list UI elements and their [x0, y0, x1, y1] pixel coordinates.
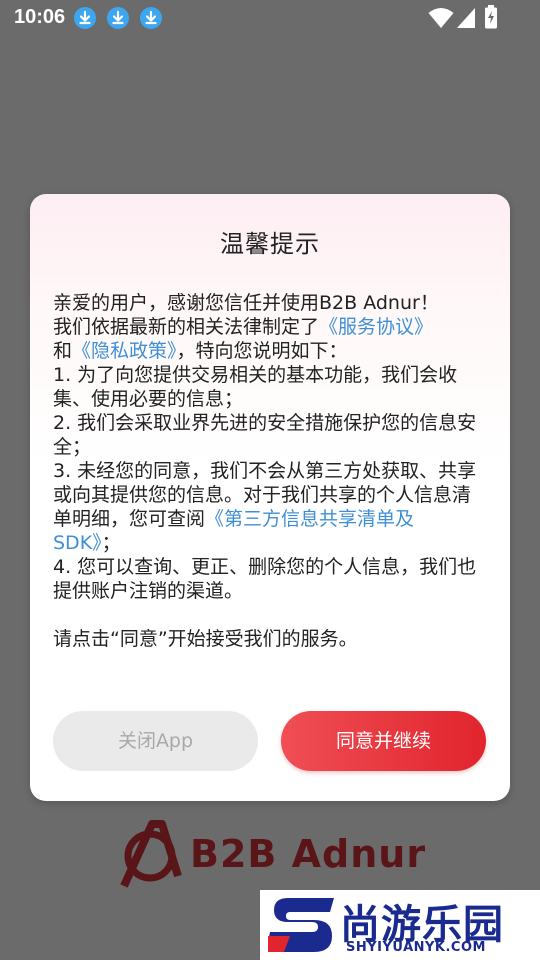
- background-logo-text: B2B Adnur: [190, 832, 427, 876]
- signal-icon: [457, 8, 475, 28]
- intro-and: 和: [53, 340, 73, 362]
- item-2: 2. 我们会采取业界先进的安全措施保护您的信息安全；: [53, 412, 477, 458]
- download-icon: [140, 7, 162, 29]
- item-3: 3. 未经您的同意，我们不会从第三方处获取、共享或向其提供您的信息。对于我们共享…: [53, 459, 479, 555]
- service-agreement-link[interactable]: 《服务协议》: [319, 316, 433, 338]
- intro-suffix: ，特向您说明如下：: [176, 340, 348, 362]
- intro-prefix: 我们依据最新的相关法律制定了: [53, 316, 320, 338]
- intro-text: 我们依据最新的相关法律制定了《服务协议》和《隐私政策》，特向您说明如下：: [53, 315, 479, 363]
- download-icon: [74, 7, 96, 29]
- status-bar: 10:06: [0, 0, 540, 36]
- agree-continue-button[interactable]: 同意并继续: [281, 711, 486, 771]
- battery-icon: [485, 5, 497, 29]
- item-3-suffix: ；: [101, 532, 121, 554]
- status-time: 10:06: [14, 6, 66, 28]
- b2b-adnur-logo-icon: [120, 820, 182, 888]
- watermark: 尚游乐园 SHYIYUANYK.COM: [260, 890, 540, 960]
- watermark-url: SHYIYUANYK.COM: [346, 940, 486, 955]
- greeting-line: 亲爱的用户，感谢您信任并使用B2B Adnur！: [53, 292, 439, 314]
- dialog-title: 温馨提示: [220, 230, 320, 258]
- background-logo: B2B Adnur: [118, 820, 428, 890]
- item-4: 4. 您可以查询、更正、删除您的个人信息，我们也提供账户注销的渠道。: [53, 556, 477, 602]
- wifi-icon: [428, 8, 454, 28]
- watermark-logo-icon: [268, 898, 334, 952]
- close-app-button[interactable]: 关闭App: [53, 711, 258, 771]
- privacy-policy-link[interactable]: 《隐私政策》: [72, 340, 177, 362]
- download-icon: [107, 7, 129, 29]
- greeting-text: 亲爱的用户，感谢您信任并使用B2B Adnur！: [53, 291, 479, 315]
- privacy-dialog: 温馨提示 亲爱的用户，感谢您信任并使用B2B Adnur！ 我们依据最新的相关法…: [30, 194, 510, 801]
- item-1: 1. 为了向您提供交易相关的基本功能，我们会收集、使用必要的信息；: [53, 364, 458, 410]
- closing-text: 请点击“同意”开始接受我们的服务。: [53, 628, 358, 650]
- dialog-body: 亲爱的用户，感谢您信任并使用B2B Adnur！ 我们依据最新的相关法律制定了《…: [53, 291, 479, 651]
